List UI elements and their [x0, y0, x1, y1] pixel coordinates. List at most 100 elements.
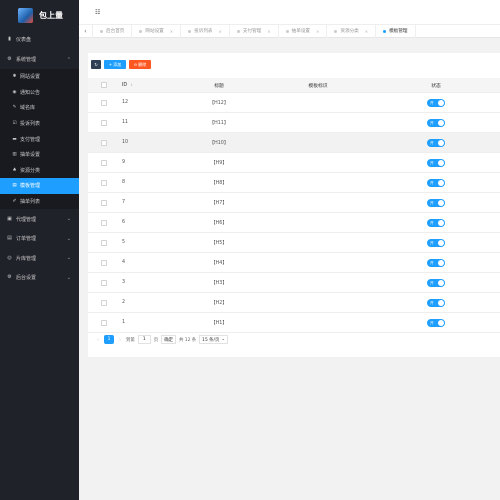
sidebar-item-backend-settings[interactable]: ⚙ 后台设置 ⌄ — [0, 268, 79, 288]
status-toggle[interactable]: 开 — [427, 118, 445, 127]
close-icon[interactable]: ✕ — [316, 29, 319, 34]
tab-label: 网站设置 — [145, 29, 164, 34]
cell-title: 【H6】 — [210, 221, 228, 226]
sidebar-item-agents[interactable]: ▣ 代理管理 ⌄ — [0, 209, 79, 229]
pager-next-icon[interactable]: › — [117, 337, 123, 343]
close-icon[interactable]: ✕ — [219, 29, 222, 34]
chart-icon: ▥ — [12, 152, 17, 158]
logo[interactable]: 包上量 — [0, 0, 79, 30]
row-checkbox[interactable] — [100, 239, 107, 246]
submenu-item-draw-settings[interactable]: ▥ 抽单设置 — [0, 147, 79, 163]
sidebar-item-label: 仪表盘 — [16, 37, 32, 44]
sidebar-item-system[interactable]: ⚙ 系统管理 ⌃ — [0, 50, 79, 70]
table-row[interactable]: 8 【H8】 开 — [88, 173, 500, 193]
status-toggle[interactable]: 开 — [427, 98, 445, 107]
table-row[interactable]: 10 【H10】 开 — [88, 133, 500, 153]
row-checkbox[interactable] — [100, 279, 107, 286]
tab-resource-categories[interactable]: 资源分类 ✕ — [327, 24, 377, 38]
table-row[interactable]: 9 【H9】 开 — [88, 153, 500, 173]
submenu-item-label: 模板管理 — [20, 183, 41, 190]
sidebar-item-dashboard[interactable]: ▮ 仪表盘 — [0, 30, 79, 50]
table-row[interactable]: 6 【H6】 开 — [88, 213, 500, 233]
cell-title: 【H12】 — [209, 101, 229, 106]
status-toggle[interactable]: 开 — [427, 218, 445, 227]
row-checkbox[interactable] — [100, 119, 107, 126]
row-checkbox[interactable] — [100, 159, 107, 166]
tab-complaints[interactable]: 投诉列表 ✕ — [181, 24, 230, 38]
status-toggle[interactable]: 开 — [427, 258, 445, 267]
bell-icon: ◉ — [12, 89, 17, 95]
tab-payment[interactable]: 支付管理 ✕ — [230, 24, 279, 38]
add-button[interactable]: + 添加 — [104, 60, 126, 69]
pager-current-page[interactable]: 1 — [104, 335, 114, 344]
tab-draw-settings[interactable]: 抽单设置 ✕ — [279, 24, 328, 38]
template-icon: ▤ — [12, 183, 17, 189]
close-icon[interactable]: ✕ — [267, 29, 270, 34]
order-icon: ▤ — [7, 235, 12, 242]
row-checkbox[interactable] — [100, 179, 107, 186]
status-toggle[interactable]: 开 — [427, 318, 445, 327]
cell-title: 【H7】 — [210, 201, 228, 206]
status-toggle[interactable]: 开 — [427, 138, 445, 147]
sidebar-item-orders[interactable]: ▤ 订单管理 ⌄ — [0, 229, 79, 249]
row-checkbox[interactable] — [100, 99, 107, 106]
tab-label: 支付管理 — [242, 29, 262, 34]
row-checkbox[interactable] — [100, 319, 107, 326]
pager-goto-input[interactable]: 1 — [137, 335, 151, 344]
pager-confirm-button[interactable]: 确定 — [161, 335, 176, 344]
status-toggle[interactable]: 开 — [427, 198, 445, 207]
submenu-item-templates[interactable]: ▤ 模板管理 — [0, 178, 79, 194]
table-row[interactable]: 5 【H5】 开 — [88, 233, 500, 253]
toggle-knob — [438, 299, 444, 306]
sort-icon[interactable]: ⇕ — [130, 83, 133, 87]
toggle-knob — [438, 259, 444, 266]
pagination: ‹ 1 › 到第 1 页 确定 共 12 条 15 条/页 ⌄ — [95, 335, 229, 344]
table-header: ID ⇕ 标题 模板标识 状态 — [88, 78, 500, 93]
table-row[interactable]: 3 【H3】 开 — [88, 273, 500, 293]
table-row[interactable]: 11 【H11】 开 — [88, 113, 500, 133]
sidebar-item-label: 代理管理 — [16, 216, 37, 223]
submenu-item-resource-categories[interactable]: ♣ 资源分类 — [0, 163, 79, 179]
refresh-button[interactable]: ↻ — [91, 60, 101, 69]
select-all-checkbox[interactable] — [100, 82, 107, 88]
tab-home[interactable]: 后台首页 — [93, 24, 133, 38]
table-row[interactable]: 1 【H1】 开 — [88, 313, 500, 333]
submenu-item-domains[interactable]: ✎ 域名库 — [0, 100, 79, 116]
status-toggle[interactable]: 开 — [427, 298, 445, 307]
status-toggle[interactable]: 开 — [427, 178, 445, 187]
status-toggle[interactable]: 开 — [427, 278, 445, 287]
tabs-prev-icon[interactable]: ‹ — [79, 24, 93, 38]
column-header-id[interactable]: ID — [122, 83, 127, 88]
tab-site-settings[interactable]: 网站设置 ✕ — [132, 24, 182, 38]
table-row[interactable]: 12 【H12】 开 — [88, 93, 500, 113]
row-checkbox[interactable] — [100, 199, 107, 206]
row-checkbox[interactable] — [100, 139, 107, 146]
pager-prev-icon[interactable]: ‹ — [95, 337, 101, 343]
submenu-item-complaints[interactable]: ☑ 投诉列表 — [0, 116, 79, 132]
row-checkbox[interactable] — [100, 219, 107, 226]
submenu-item-payment[interactable]: ▬ 支付管理 — [0, 131, 79, 147]
submenu-item-site-settings[interactable]: ✱ 网站设置 — [0, 69, 79, 85]
close-icon[interactable]: ✕ — [365, 29, 368, 34]
table-row[interactable]: 2 【H2】 开 — [88, 293, 500, 313]
toggle-label: 开 — [430, 180, 434, 185]
submenu-item-notices[interactable]: ◉ 通知公告 — [0, 85, 79, 101]
cell-title: 【H10】 — [209, 141, 229, 146]
status-toggle[interactable]: 开 — [427, 158, 445, 167]
row-checkbox[interactable] — [100, 259, 107, 266]
logo-image — [18, 7, 33, 23]
menu-toggle-icon[interactable]: ☷ — [95, 9, 100, 16]
cell-id: 6 — [122, 220, 126, 225]
close-icon[interactable]: ✕ — [170, 29, 173, 34]
toggle-label: 开 — [430, 240, 434, 245]
table-row[interactable]: 7 【H7】 开 — [88, 193, 500, 213]
pager-size-select[interactable]: 15 条/页 ⌄ — [199, 335, 229, 344]
status-toggle[interactable]: 开 — [427, 238, 445, 247]
delete-button[interactable]: ⊖ 删除 — [129, 60, 151, 69]
row-checkbox[interactable] — [100, 299, 107, 306]
sidebar-item-library[interactable]: ◎ 片库管理 ⌄ — [0, 248, 79, 268]
pager-page-unit: 页 — [153, 337, 159, 343]
tab-templates[interactable]: 模板管理 — [376, 24, 416, 38]
table-row[interactable]: 4 【H4】 开 — [88, 253, 500, 273]
submenu-item-draw-list[interactable]: ✐ 抽单列表 — [0, 194, 79, 210]
